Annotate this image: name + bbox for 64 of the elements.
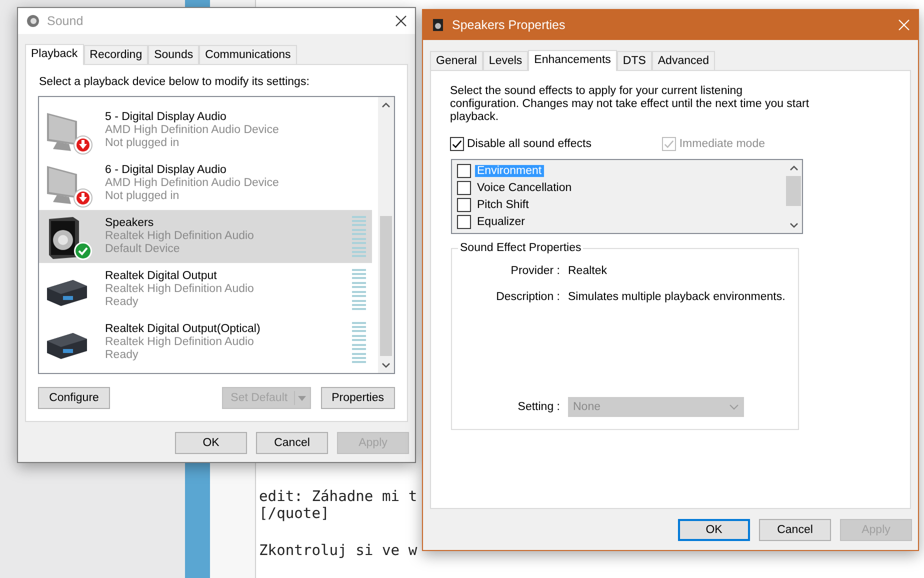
editor-text-line: Zkontroluj si ve w: [259, 542, 418, 559]
field-label: Provider :: [510, 265, 560, 277]
device-name: Speakers: [105, 216, 155, 230]
device-name: Realtek Digital Output(Optical): [105, 322, 262, 336]
checkbox[interactable]: [457, 214, 471, 228]
scrollbar-thumb[interactable]: [380, 216, 392, 356]
dialog-button[interactable]: Cancel: [256, 432, 328, 454]
effect-item[interactable]: Pitch Shift: [475, 198, 531, 210]
close-icon[interactable]: [395, 15, 407, 27]
device-row[interactable]: 5 - Digital Display Audio AMD High Definition Audio Device Not plugged in: [39, 104, 372, 157]
tab[interactable]: Levels: [482, 51, 528, 70]
checkbox[interactable]: [457, 198, 471, 212]
checkbox[interactable]: [457, 164, 471, 178]
tab[interactable]: General: [430, 51, 483, 70]
configure-button[interactable]: Configure: [38, 387, 110, 409]
editor-text-line: [/quote]: [259, 505, 330, 522]
device-driver: Realtek High Definition Audio: [105, 230, 255, 244]
checkbox-label: Disable all sound effects: [467, 138, 592, 150]
tab[interactable]: Enhancements: [528, 50, 617, 71]
effect-item[interactable]: Voice Cancellation: [475, 182, 574, 194]
device-name: Realtek Digital Output: [105, 270, 218, 283]
speaker-icon: [431, 18, 445, 32]
tab[interactable]: Playback: [25, 44, 84, 65]
tab[interactable]: DTS: [616, 51, 652, 70]
window-title: Speakers Properties: [452, 18, 566, 32]
checkbox[interactable]: [450, 137, 464, 151]
field-value: Realtek: [568, 265, 608, 277]
dialog-button[interactable]: OK: [678, 519, 750, 541]
device-status: Ready: [105, 296, 140, 310]
device-driver: AMD High Definition Audio Device: [105, 176, 280, 190]
checkbox-label: Immediate mode: [679, 138, 765, 150]
device-name: 5 - Digital Display Audio: [105, 110, 228, 124]
effect-item[interactable]: Equalizer: [475, 216, 527, 228]
device-driver: Realtek High Definition Audio: [105, 336, 255, 350]
device-status: Not plugged in: [105, 190, 180, 204]
device-driver: AMD High Definition Audio Device: [105, 124, 280, 138]
properties-button[interactable]: Properties: [320, 387, 395, 409]
group-title: Sound Effect Properties: [458, 242, 584, 254]
speaker-icon: [26, 14, 40, 28]
device-row[interactable]: 6 - Digital Display Audio AMD High Definition Audio Device Not plugged in: [39, 157, 372, 210]
device-driver: Realtek High Definition Audio: [105, 282, 255, 296]
tab[interactable]: Recording: [84, 45, 148, 64]
tab[interactable]: Sounds: [148, 45, 200, 64]
tab[interactable]: Advanced: [652, 51, 716, 70]
device-row[interactable]: Speakers Realtek High Definition Audio Default Device: [39, 210, 372, 263]
device-row[interactable]: Realtek Digital Output Realtek High Definition Audio Ready: [39, 263, 372, 316]
field-label: Description :: [495, 291, 560, 303]
field-value: Simulates multiple playback environments.: [568, 291, 786, 303]
instruction-text: Select a playback device below to modify its settings:: [39, 76, 310, 88]
caret-icon: [729, 404, 739, 410]
device-row[interactable]: Realtek Digital Output(Optical) Realtek High Definition Audio Ready: [39, 316, 372, 369]
checkbox[interactable]: [457, 180, 471, 194]
tab[interactable]: Communications: [199, 45, 297, 64]
dialog-button[interactable]: OK: [175, 432, 247, 454]
intro-text: Select the sound effects to apply for your current listening configuration. Changes may not take effect until the next time you start playback.: [450, 85, 810, 124]
window-title: Sound: [47, 14, 84, 28]
device-status: Default Device: [105, 243, 181, 256]
dialog-button[interactable]: Cancel: [759, 519, 831, 541]
scrollbar-thumb[interactable]: [786, 176, 801, 206]
device-name: 6 - Digital Display Audio: [105, 164, 228, 177]
device-status: Ready: [105, 349, 140, 362]
device-status: Not plugged in: [105, 137, 180, 150]
field-label: Setting :: [516, 401, 560, 413]
editor-text-line: edit: Záhadne mi t: [259, 488, 418, 505]
